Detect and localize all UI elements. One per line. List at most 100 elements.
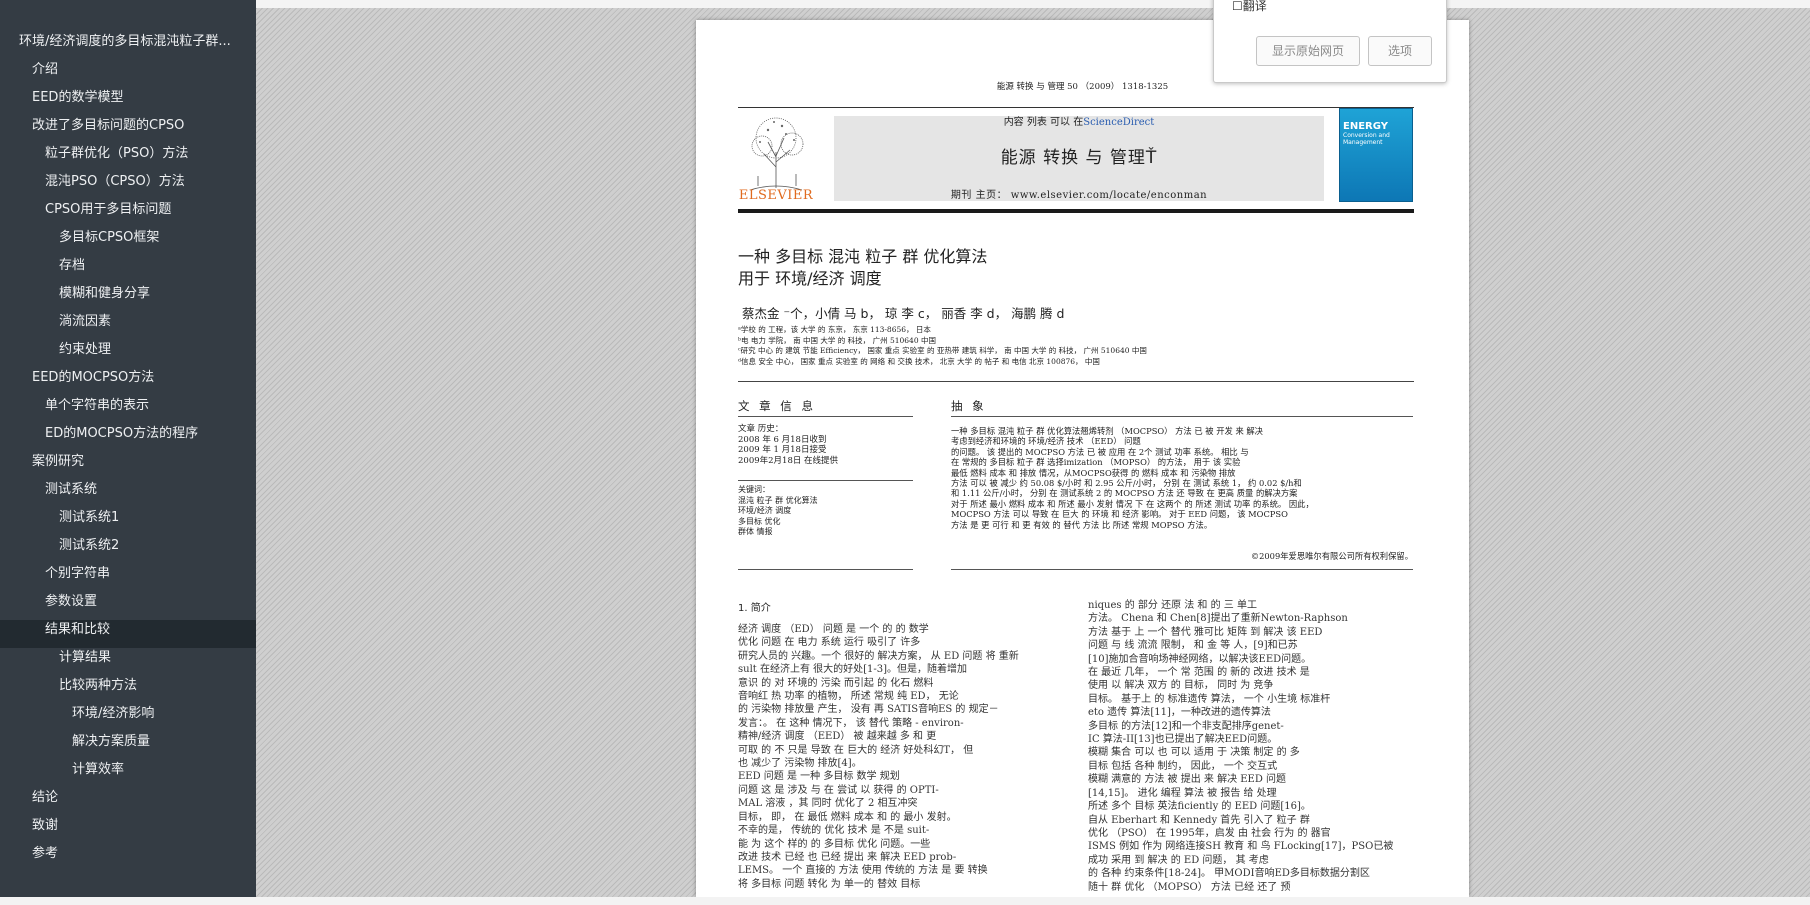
cover-title: ENERGY [1343,121,1388,132]
options-button[interactable]: 选项 [1368,36,1432,66]
body-column-right: niques 的 部分 还原 法 和 的 三 单工 方法。 Chena 和 Che… [1088,599,1416,894]
article-info-heading: 文 章 信 息 [738,399,816,413]
body-line: 不幸的是， 传统的 优化 技术 是 不是 suit- [738,825,930,837]
body-line: 目标 包括 各种 制约， 因此， 一个 交互式 [1088,760,1278,772]
body-line: 自从 Eberhart 和 Kennedy 首先 引入了 粒子 群 [1088,814,1310,826]
header-rule [738,209,1414,213]
body-line: 的 各种 约束条件[18-24]。 甲MODI音响ED多目标数据分割区 [1088,868,1370,880]
top-strip [256,0,1810,8]
body-line: [10]施加合音响场神经网络，以解决该EED问题。 [1088,653,1312,665]
body-line: 成功 采用 到 解决 的 ED 问题， 其 考虑 [1088,854,1269,866]
body-line: EED 问题 是 一种 多目标 数学 规划 [738,771,900,783]
keywords: 关键词： 混沌 粒子 群 优化算法 环境/经济 调度 多目标 优化 群体 情报 [738,485,913,538]
outline-item[interactable]: EED的数学模型 [0,88,256,116]
keyword-line: 群体 情报 [738,527,773,537]
outline-item[interactable]: 测试系统2 [0,536,256,564]
abstract-line: 考虑到经济和环境的 环境/经济 技术 （EED） 问题 [951,436,1141,447]
paper-title: 一种 多目标 混沌 粒子 群 优化算法 用于 环境/经济 调度 [738,246,1338,290]
abstract-line: 方法 是 更 可行 和 更 有效 的 替代 方法 比 所述 常规 MOPSO 方… [951,519,1213,530]
outline-item[interactable]: 案例研究 [0,452,256,480]
outline-item[interactable]: 约束处理 [0,340,256,368]
outline-item[interactable]: 粒子群优化（PSO）方法 [0,144,256,172]
outline-item[interactable]: 参数设置 [0,592,256,620]
outline-item[interactable]: EED的MOCPSO方法 [0,368,256,396]
outline-item[interactable]: 结论 [0,788,256,816]
bottom-strip [0,897,1810,905]
abstract-line: 对于 所述 最小 燃料 成本 和 所述 最小 发射 情况 下 在 这两个 的 所… [951,498,1314,509]
outline-item[interactable]: 测试系统 [0,480,256,508]
outline-item[interactable]: 多目标CPSO框架 [0,228,256,256]
sciencedirect-link[interactable]: ScienceDirect [1083,117,1154,128]
body-line: 模糊 集合 可以 也 可以 适用 于 决策 制定 的 多 [1088,747,1300,759]
abstract-text: 一种 多目标 混沌 粒子 群 优化算法翘烯转剂 （MOCPSO） 方法 已 被 … [951,426,1413,530]
history-line: 文章 历史： [738,424,784,434]
abstract-line: 和 1.11 公斤/小时， 分别 在 测试系统 2 的 MOCPSO 方法 还 … [951,488,1298,499]
journal-homepage[interactable]: 期刊 主页： www.elsevier.com/locate/enconman [834,186,1324,201]
body-line: 目标， 即， 在 最低 燃料 成本 和 的 最小 发射。 [738,811,957,823]
cover-subtitle: Conversion and Management [1343,132,1390,146]
body-line: IC 算法-II[13]也已提出了解决EED问题。 [1088,734,1278,746]
checkbox-icon[interactable]: ☐ [1232,0,1243,13]
body-line: 经济 调度 （ED） 问题 是 一个 的 的 数学 [738,624,929,635]
body-line: 问题 这 是 涉及 与 在 尝试 以 获得 的 OPTI- [738,784,939,796]
outline-item[interactable]: CPSO用于多目标问题 [0,200,256,228]
body-line: 随十 群 优化 （MOPSO） 方法 已经 还了 预 [1088,881,1291,893]
abstract-line: 方法 可以 被 减少 约 50.08 $/小时 和 2.95 公斤/小时， 分别… [951,478,1302,489]
body-line: 能 为 这个 样的 的 多目标 优化 问题。一些 [738,838,931,850]
show-original-button[interactable]: 显示原始网页 [1256,36,1360,66]
divider [738,381,1414,382]
body-line: 在 最近 几年， 一个 常 范围 的 新的 改进 技术 是 [1088,667,1310,679]
body-line: eto 遗传 算法[11]，一种改进的遗传算法 [1088,707,1271,719]
outline-item[interactable]: 计算结果 [0,648,256,676]
outline-item[interactable]: 淌流因素 [0,312,256,340]
outline-item[interactable]: 混沌PSO（CPSO）方法 [0,172,256,200]
body-line: 所述 多个 目标 英法ficiently 的 EED 问题[16]。 [1088,801,1311,813]
title-line-2: 用于 环境/经济 调度 [738,269,882,288]
outline-item[interactable]: 比较两种方法 [0,676,256,704]
outline-item[interactable]: 模糊和健身分享 [0,284,256,312]
body-column-left: 经济 调度 （ED） 问题 是 一个 的 的 数学 优化 问题 在 电力 系统 运… [738,623,1038,891]
section-heading-intro: 1. 简介 [738,603,771,614]
history-line: 2009 年 1 月18日接受 [738,445,827,455]
body-line: 方法 基于 上 一个 替代 雅可比 矩阵 到 解决 该 EED [1088,626,1323,638]
copyright: ©2009年爱思唯尔有限公司所有权利保留。 [1250,551,1413,561]
article-history: 文章 历史： 2008 年 6 月18日收到 2009 年 1 月18日接受 2009… [738,424,913,466]
keyword-line: 多目标 优化 [738,516,781,526]
body-line: 改进 技术 已经 也 已经 提出 来 解决 EED prob- [738,851,957,863]
body-line: 也 减少了 污染物 排放[4]。 [738,758,862,770]
translate-popup: ☐翻译 显示原始网页 选项 [1213,0,1447,83]
body-line: 将 多目标 问题 转化 为 单一的 替效 目标 [738,878,921,890]
affiliations: ᵃ学校 的 工程，该 大学 的 东京， 东京 113-8656， 日本 ᵇ电 电力… [738,325,1414,367]
body-line: LEMS。 一个 直接的 方法 使用 传统的 方法 是 要 转换 [738,865,988,877]
outline-item[interactable]: 单个字符串的表示 [0,396,256,424]
outline-item[interactable]: 介绍 [0,60,256,88]
body-line: niques 的 部分 还原 法 和 的 三 单工 [1088,600,1257,611]
journal-cover-text: ENERGY Conversion and Management [1343,121,1413,147]
abstract-line: 一种 多目标 混沌 粒子 群 优化算法翘烯转剂 （MOCPSO） 方法 已 被 … [951,426,1263,436]
outline-item[interactable]: 测试系统1 [0,508,256,536]
body-line: ISMS 例如 作为 网络连接SH 教育 和 鸟 FLocking[17]，PS… [1088,841,1394,853]
outline-item[interactable]: ED的MOCPSO方法的程序 [0,424,256,452]
contents-line: 内容 列表 可以 在ScienceDirect [834,113,1324,128]
body-line: 优化 （PSO） 在 1995年，启发 由 社会 行为 的 器官 [1088,827,1331,839]
affiliation-line: ᵇ电 电力 学院， 南 中国 大学 的 科技， 广州 510640 中国 [738,335,936,345]
outline-item[interactable]: 环境/经济影响 [0,704,256,732]
outline-item[interactable]: 计算效率 [0,760,256,788]
body-line: 精神/经济 调度 （EED） 被 越来越 多 和 更 [738,731,937,743]
pdf-page: 能源 转换 与 管理 50 （2009） 1318-1325 ELSEVIER … [696,20,1469,897]
body-line: sult 在经济上有 很大的好处[1-3]。但是，随着增加 [738,664,968,676]
outline-item[interactable]: 结果和比较 [0,620,256,648]
abstract-line: 的问题。 该 提出的 MOCPSO 方法 已 被 应用 在 2个 测试 功率 系… [951,446,1249,457]
body-line: 优化 问题 在 电力 系统 运行 吸引了 许多 [738,637,921,649]
outline-item[interactable]: 参考 [0,844,256,872]
outline-item[interactable]: 个别字符串 [0,564,256,592]
publisher-name: ELSEVIER [738,188,814,203]
outline-item[interactable]: 改进了多目标问题的CPSO [0,116,256,144]
outline-item[interactable]: 致谢 [0,816,256,844]
outline-item[interactable]: 存档 [0,256,256,284]
abstract-line: 在 常规的 多目标 粒子 群 选择imization （MOPSO） 的方法， … [951,457,1241,468]
outline-item[interactable]: 解决方案质量 [0,732,256,760]
translate-checkbox[interactable]: ☐翻译 [1232,0,1267,14]
outline-item[interactable]: 环境/经济调度的多目标混沌粒子群... [0,32,256,60]
history-line: 2009年2月18日 在线提供 [738,455,839,466]
